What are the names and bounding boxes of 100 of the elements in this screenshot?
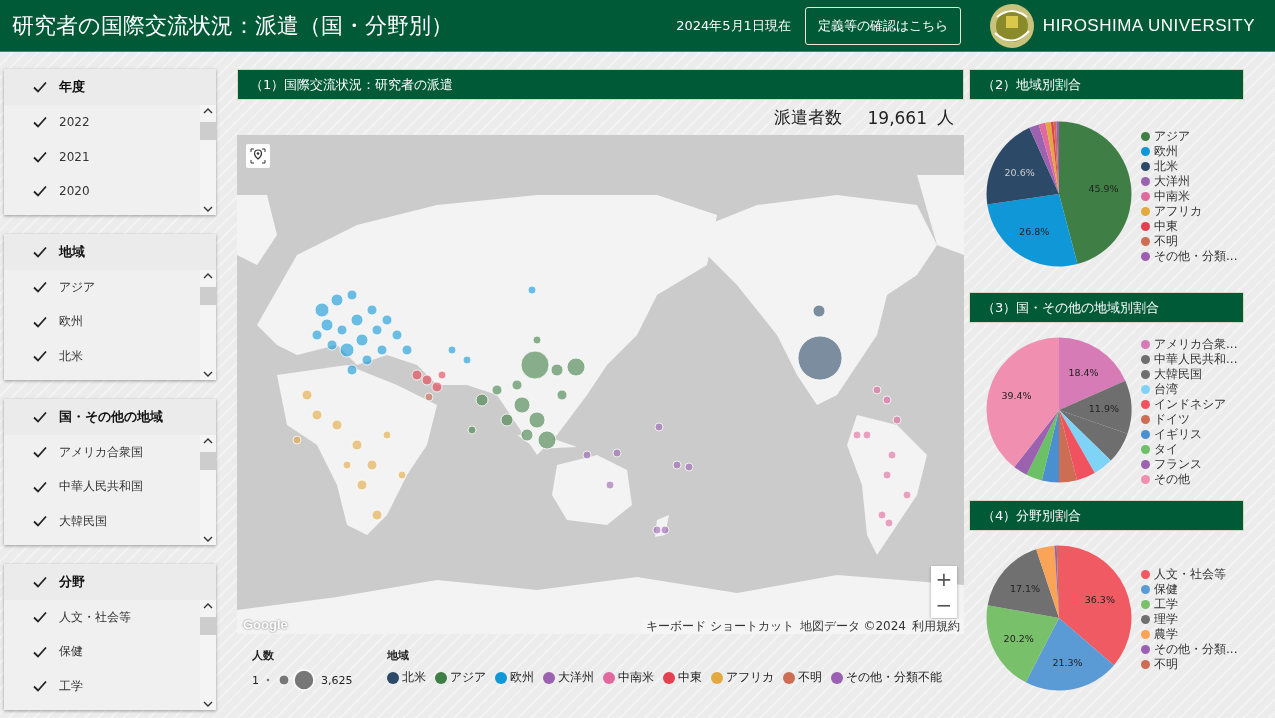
- legend-label: ドイツ: [1154, 410, 1190, 428]
- legend-label: 理学: [1154, 611, 1178, 628]
- check-icon[interactable]: [33, 81, 47, 93]
- chevron-up-icon[interactable]: [203, 107, 213, 114]
- check-icon[interactable]: [33, 315, 47, 328]
- check-icon[interactable]: [33, 480, 47, 493]
- legend-label: 台湾: [1154, 380, 1178, 398]
- check-icon[interactable]: [33, 446, 47, 459]
- legend-label: アフリカ: [1154, 202, 1202, 220]
- pie-slice[interactable]: [1059, 380, 1132, 434]
- legend-label: 不明: [1154, 232, 1178, 250]
- check-icon[interactable]: [33, 150, 47, 163]
- legend-label: アフリカ: [725, 669, 774, 686]
- filter-item[interactable]: 工学: [4, 669, 174, 704]
- legend-label: 中東: [677, 669, 702, 686]
- check-icon[interactable]: [33, 246, 47, 258]
- university-name: HIROSHIMA UNIVERSITY: [1042, 15, 1255, 36]
- filter-item[interactable]: 北米: [4, 339, 174, 374]
- filter-item[interactable]: 2021: [4, 139, 174, 174]
- filter-label: 中華人民共和国: [59, 478, 143, 496]
- scrollbar-thumb[interactable]: [200, 617, 216, 635]
- legend-label: その他・分類...: [1154, 247, 1238, 265]
- zoom-out-button[interactable]: −: [931, 592, 957, 618]
- pie-slice[interactable]: [1059, 121, 1132, 265]
- zoom-in-button[interactable]: +: [931, 566, 957, 592]
- emblem-icon: [988, 2, 1035, 49]
- pie-slice[interactable]: [986, 337, 1059, 467]
- legend-label: 欧州: [509, 669, 534, 686]
- check-icon[interactable]: [33, 680, 47, 693]
- panel-title: （3）国・その他の地域別割合: [969, 292, 1244, 323]
- panel-title: （1）国際交流状況：研究者の派遣: [237, 69, 964, 100]
- scrollbar[interactable]: [200, 600, 216, 710]
- legend-label: 北米: [401, 669, 426, 686]
- check-icon[interactable]: [33, 281, 47, 294]
- data-label: 18.4%: [1068, 366, 1099, 378]
- pie-slice[interactable]: [1059, 337, 1126, 410]
- check-icon[interactable]: [33, 411, 47, 423]
- data-label: 11.9%: [1088, 402, 1119, 414]
- scrollbar-thumb[interactable]: [200, 287, 216, 305]
- chevron-down-icon[interactable]: [203, 536, 213, 543]
- bubble-markers-drawing[interactable]: [292, 285, 912, 535]
- filter-item[interactable]: 人文・社会等: [4, 600, 174, 635]
- check-icon[interactable]: [33, 185, 47, 198]
- check-icon[interactable]: [33, 515, 47, 528]
- scrollbar-thumb[interactable]: [200, 122, 216, 140]
- legend-label: アジア: [449, 669, 486, 686]
- filter-item[interactable]: 欧州: [4, 304, 174, 339]
- check-icon[interactable]: [33, 350, 47, 363]
- scrollbar-thumb[interactable]: [200, 452, 216, 470]
- scrollbar[interactable]: [200, 435, 216, 545]
- attribution-link[interactable]: 地図データ ©2024: [799, 619, 906, 634]
- chevron-down-icon[interactable]: [203, 206, 213, 213]
- pie-slice[interactable]: [1038, 122, 1059, 194]
- pie-slice[interactable]: [986, 127, 1059, 205]
- scrollbar[interactable]: [200, 105, 216, 215]
- chevron-up-icon[interactable]: [203, 602, 213, 609]
- filter-item[interactable]: 中華人民共和国: [4, 469, 174, 504]
- filter-label: 2021: [59, 149, 90, 164]
- filter-item[interactable]: 2022: [4, 105, 174, 140]
- pie-slice[interactable]: [987, 194, 1078, 267]
- data-label: 45.9%: [1088, 183, 1119, 195]
- filter-label: 保健: [59, 643, 83, 661]
- filter-title: 国・その他の地域: [59, 408, 163, 426]
- scrollbar[interactable]: [200, 270, 216, 380]
- dashboard-title: 研究者の国際交流状況：派遣（国・分野別）: [12, 11, 454, 40]
- filter-item[interactable]: 大韓民国: [4, 504, 174, 539]
- legend-label: 大韓民国: [1154, 365, 1202, 383]
- filter-header[interactable]: 年度: [4, 69, 216, 105]
- count-value: 19,661: [867, 107, 927, 128]
- pie-slice[interactable]: [1045, 122, 1059, 194]
- filter-item[interactable]: 2020: [4, 174, 174, 209]
- legend-label: 中華人民共和...: [1154, 350, 1238, 368]
- check-icon[interactable]: [33, 576, 47, 588]
- legend-max: 3,625: [321, 673, 353, 687]
- filter-item[interactable]: 保健: [4, 634, 174, 669]
- legend-label: 大洋州: [557, 669, 594, 686]
- filter-header[interactable]: 国・その他の地域: [4, 399, 216, 435]
- panel-title: （4）分野別割合: [969, 500, 1244, 531]
- filter-item[interactable]: アジア: [4, 270, 174, 305]
- map[interactable]: + − Google キーボード ショートカット 地図データ ©2024 利用規約: [237, 135, 964, 634]
- panel-title: （2）地域別割合: [969, 69, 1244, 100]
- locate-icon[interactable]: [246, 144, 270, 168]
- legend-label: その他: [1154, 470, 1190, 488]
- chevron-down-icon[interactable]: [203, 701, 213, 708]
- data-label: 21.3%: [1052, 656, 1083, 668]
- chevron-down-icon[interactable]: [203, 371, 213, 378]
- size-scale-icon: [265, 669, 315, 691]
- definitions-button[interactable]: 定義等の確認はこちら: [804, 6, 961, 45]
- pie-slice[interactable]: [987, 548, 1059, 618]
- attribution-link[interactable]: 利用規約: [912, 619, 960, 634]
- check-icon[interactable]: [33, 611, 47, 624]
- check-icon[interactable]: [33, 645, 47, 658]
- legend-title: 人数: [252, 648, 275, 663]
- filter-header[interactable]: 分野: [4, 564, 216, 600]
- check-icon[interactable]: [33, 116, 47, 129]
- attribution-link[interactable]: キーボード ショートカット: [645, 619, 794, 634]
- filter-item[interactable]: アメリカ合衆国: [4, 435, 174, 470]
- chevron-up-icon[interactable]: [203, 437, 213, 444]
- filter-header[interactable]: 地域: [4, 234, 216, 270]
- chevron-up-icon[interactable]: [203, 272, 213, 279]
